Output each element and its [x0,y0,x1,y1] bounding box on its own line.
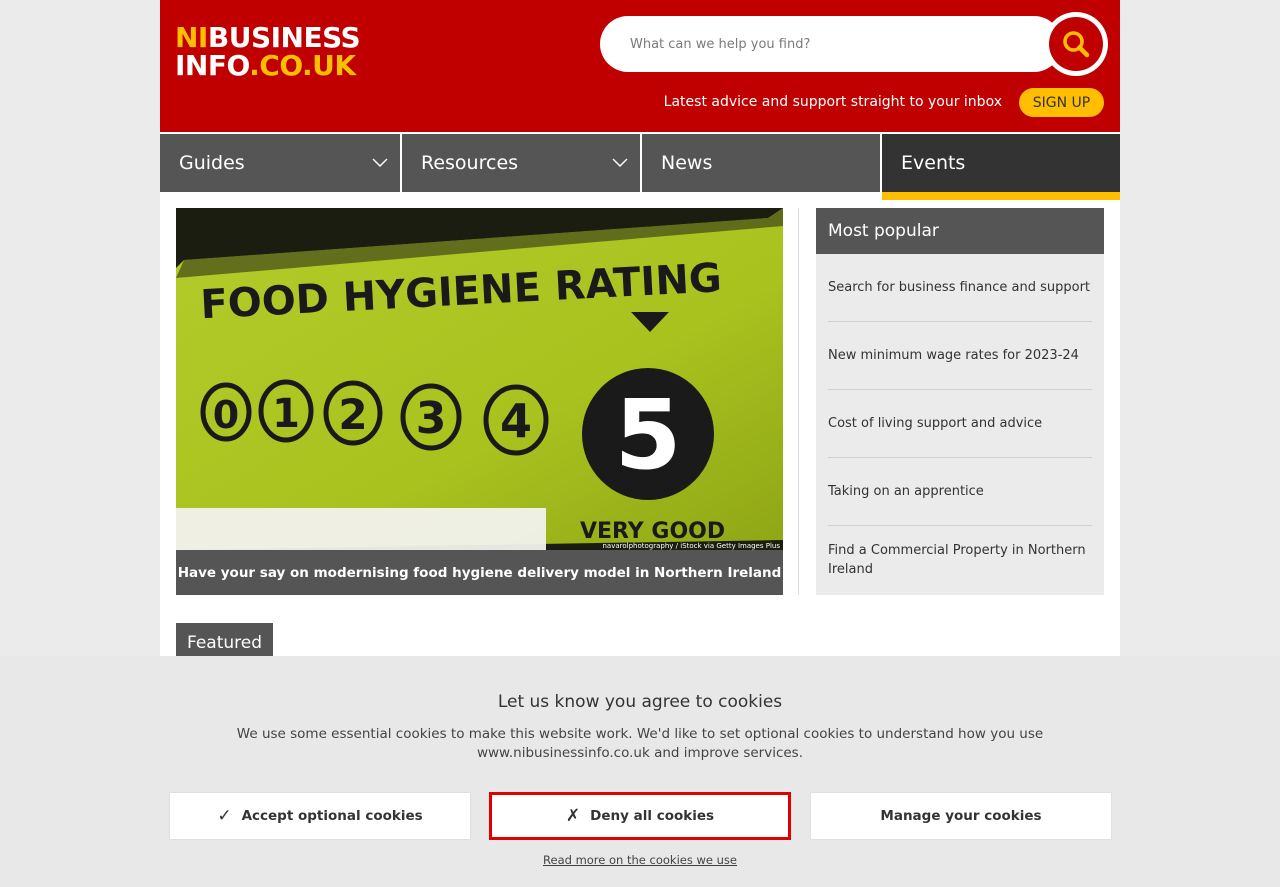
nav-item-label: Resources [421,152,519,174]
deny-cookies-label: Deny all cookies [590,808,715,824]
popular-link-minimum-wage[interactable]: New minimum wage rates for 2023-24 [828,322,1092,390]
main-nav: Guides Resources News Events [160,134,1120,200]
nav-item-resources[interactable]: Resources [402,134,640,192]
nav-item-label: Guides [179,152,245,174]
popular-link-business-finance[interactable]: Search for business finance and support [828,254,1092,322]
rating-1: 1 [272,391,300,437]
image-credit: navarolphotography / iStock via Getty Im… [602,542,780,550]
rating-3: 3 [416,393,447,444]
popular-link-cost-of-living[interactable]: Cost of living support and advice [828,390,1092,458]
nav-item-news[interactable]: News [642,134,880,192]
checkmark-icon: ✓ [217,806,232,826]
signup-button[interactable]: SIGN UP [1019,88,1104,117]
chevron-down-icon [612,158,628,167]
hero-caption[interactable]: Have your say on modernising food hygien… [176,550,783,595]
search-button[interactable] [1044,12,1108,76]
accept-cookies-label: Accept optional cookies [241,808,423,824]
sign-very-good: VERY GOOD [580,519,725,544]
rating-0: 0 [213,393,239,437]
accept-cookies-button[interactable]: ✓ Accept optional cookies [169,792,471,840]
logo-domain: .CO.UK [249,49,356,82]
column-divider [798,208,799,595]
most-popular-title: Most popular [816,208,1104,254]
search-box [600,16,1062,72]
cookie-read-more: Read more on the cookies we use [0,853,1280,867]
search-icon [1063,31,1090,58]
rating-2: 2 [338,390,367,439]
cookie-banner: Let us know you agree to cookies We use … [0,656,1280,887]
nav-item-events[interactable]: Events [882,134,1120,200]
search-button-circle [1049,17,1103,71]
site-header: NIBUSINESS INFO.CO.UK Latest advice and … [160,0,1120,132]
popular-link-commercial-property[interactable]: Find a Commercial Property in Northern I… [828,526,1092,594]
hero-image: FOOD HYGIENE RATING 0 1 2 3 4 5 VERY GOO… [176,208,783,550]
rating-5: 5 [615,379,682,491]
most-popular-list: Search for business finance and support … [816,254,1104,594]
most-popular-panel: Most popular Search for business finance… [816,208,1104,595]
nav-item-guides[interactable]: Guides [160,134,400,192]
site-logo[interactable]: NIBUSINESS INFO.CO.UK [175,24,375,80]
read-more-link[interactable]: Read more on the cookies we use [543,853,737,867]
deny-cookies-button[interactable]: ✗ Deny all cookies [489,792,791,840]
logo-info: INFO [175,49,250,82]
nav-item-label: Events [901,152,966,174]
cross-icon: ✗ [565,806,581,826]
cookie-title: Let us know you agree to cookies [497,692,783,712]
food-hygiene-sign-image: FOOD HYGIENE RATING 0 1 2 3 4 5 VERY GOO… [176,208,783,550]
rating-4: 4 [500,394,532,448]
manage-cookies-button[interactable]: Manage your cookies [810,792,1112,840]
popular-link-apprentice[interactable]: Taking on an apprentice [828,458,1092,526]
cookie-description: We use some essential cookies to make th… [236,726,1044,761]
signup-prompt: Latest advice and support straight to yo… [663,94,1002,110]
manage-cookies-label: Manage your cookies [880,808,1042,824]
hero-article[interactable]: FOOD HYGIENE RATING 0 1 2 3 4 5 VERY GOO… [176,208,783,595]
search-input[interactable] [630,34,1010,54]
chevron-down-icon [372,158,388,167]
nav-item-label: News [661,152,713,174]
